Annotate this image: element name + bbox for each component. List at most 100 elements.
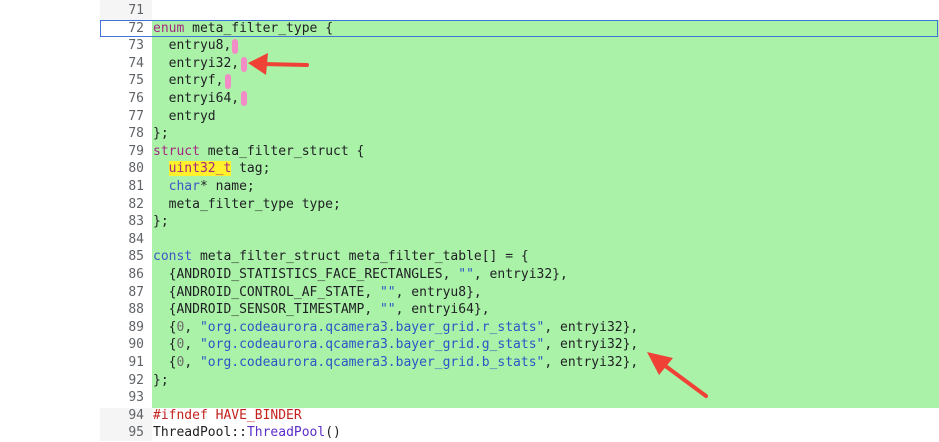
code-token: () xyxy=(325,425,341,440)
code-token: entryi32, xyxy=(153,56,240,71)
code-text: {0, "org.codeaurora.qcamera3.bayer_grid.… xyxy=(153,336,639,354)
code-token: entryi64, xyxy=(153,91,240,106)
code-token: {ANDROID_SENSOR_TIMESTAMP, xyxy=(153,302,380,317)
code-text: ThreadPool::ThreadPool() xyxy=(153,424,341,442)
code-text: {ANDROID_CONTROL_AF_STATE, "", entryu8}, xyxy=(153,284,482,302)
comma-marker xyxy=(232,39,238,54)
code-token: }; xyxy=(153,214,169,229)
code-token: "" xyxy=(379,285,396,300)
line-number[interactable]: 93 xyxy=(100,389,144,407)
comma-marker xyxy=(241,57,247,72)
code-line: 84 xyxy=(100,231,939,249)
code-token: "org.codeaurora.qcamera3.bayer_grid.b_st… xyxy=(199,355,545,370)
line-number[interactable]: 86 xyxy=(100,266,144,284)
line-number[interactable]: 71 xyxy=(100,2,144,20)
line-number[interactable]: 75 xyxy=(100,72,144,90)
code-text: entryi32, xyxy=(153,55,239,73)
line-number[interactable]: 90 xyxy=(100,336,144,354)
code-line: 71 xyxy=(100,2,939,20)
code-line: 91 {0, "org.codeaurora.qcamera3.bayer_gr… xyxy=(100,354,939,372)
line-number[interactable]: 79 xyxy=(100,143,144,161)
code-token: , entryu8}, xyxy=(395,285,482,300)
line-number[interactable]: 82 xyxy=(100,196,144,214)
line-number[interactable]: 72 xyxy=(100,20,144,38)
code-token: "org.codeaurora.qcamera3.bayer_grid.g_st… xyxy=(199,337,545,352)
code-line: 78}; xyxy=(100,125,939,143)
code-line: 76 entryi64, xyxy=(100,90,939,108)
code-text: meta_filter_type type; xyxy=(153,196,341,214)
line-number[interactable]: 80 xyxy=(100,160,144,178)
line-number[interactable]: 81 xyxy=(100,178,144,196)
code-line: 94 #ifndef HAVE_BINDER xyxy=(100,407,939,425)
code-token: entryu8, xyxy=(153,38,232,53)
line-number[interactable]: 89 xyxy=(100,319,144,337)
line-number[interactable]: 84 xyxy=(100,231,144,249)
code-token: }; xyxy=(153,126,169,141)
code-token: "" xyxy=(458,267,474,282)
code-token: {ANDROID_CONTROL_AF_STATE, xyxy=(153,285,380,300)
code-token: const xyxy=(153,249,193,264)
code-text: {0, "org.codeaurora.qcamera3.bayer_grid.… xyxy=(153,319,639,337)
code-text: entryf, xyxy=(153,72,224,90)
code-token: { xyxy=(153,355,177,370)
code-line: 89 {0, "org.codeaurora.qcamera3.bayer_gr… xyxy=(100,319,939,337)
code-line: 92}; xyxy=(100,372,939,390)
code-token: "org.codeaurora.qcamera3.bayer_grid.r_st… xyxy=(199,320,545,335)
code-line: 95 ThreadPool::ThreadPool() xyxy=(100,424,939,442)
line-number[interactable]: 88 xyxy=(100,301,144,319)
line-number[interactable]: 94 xyxy=(100,407,144,425)
code-token: meta_filter_type type; xyxy=(153,197,341,212)
code-text: entryd xyxy=(153,108,216,126)
code-token: , xyxy=(184,355,200,370)
code-token: , entryi64}, xyxy=(395,302,490,317)
code-token: entryd xyxy=(153,109,216,124)
line-number[interactable]: 87 xyxy=(100,284,144,302)
code-line: 87 {ANDROID_CONTROL_AF_STATE, "", entryu… xyxy=(100,284,939,302)
code-token: , xyxy=(184,337,200,352)
code-line: 90 {0, "org.codeaurora.qcamera3.bayer_gr… xyxy=(100,336,939,354)
code-token: * name; xyxy=(199,179,255,194)
code-token: enum xyxy=(153,21,185,36)
line-number[interactable]: 92 xyxy=(100,372,144,390)
code-text: {ANDROID_STATISTICS_FACE_RECTANGLES, "",… xyxy=(153,266,568,284)
code-token: meta_filter_type { xyxy=(184,21,334,36)
code-token: , entryi32}, xyxy=(544,337,639,352)
comma-marker xyxy=(241,91,247,106)
code-token: , entryi32}, xyxy=(473,267,568,282)
code-text: }; xyxy=(153,372,169,390)
line-number[interactable]: 91 xyxy=(100,354,144,372)
line-number[interactable]: 95 xyxy=(100,424,144,442)
code-line: 93 xyxy=(100,389,939,407)
code-token: struct xyxy=(153,144,200,159)
line-number[interactable]: 74 xyxy=(100,55,144,73)
line-number[interactable]: 85 xyxy=(100,248,144,266)
code-token: { xyxy=(153,320,177,335)
line-number[interactable]: 83 xyxy=(100,213,144,231)
line-number[interactable]: 73 xyxy=(100,37,144,55)
line-number[interactable]: 77 xyxy=(100,108,144,126)
code-text: entryu8, xyxy=(153,37,232,55)
code-line: 79 struct meta_filter_struct { xyxy=(100,143,939,161)
code-text: }; xyxy=(153,125,169,143)
code-text: enum meta_filter_type { xyxy=(153,20,333,38)
code-token: ThreadPool xyxy=(246,425,326,440)
code-token: uint32_t xyxy=(168,161,232,176)
code-text: {0, "org.codeaurora.qcamera3.bayer_grid.… xyxy=(153,354,639,372)
line-number[interactable]: 78 xyxy=(100,125,144,143)
line-number[interactable]: 76 xyxy=(100,90,144,108)
code-token: }; xyxy=(153,373,169,388)
code-text: entryi64, xyxy=(153,90,239,108)
code-token: meta_filter_struct meta_filter_table[] =… xyxy=(192,249,529,264)
code-line: 88 {ANDROID_SENSOR_TIMESTAMP, "", entryi… xyxy=(100,301,939,319)
code-line: 80 uint32_t tag; xyxy=(100,160,939,178)
code-line: 86 {ANDROID_STATISTICS_FACE_RECTANGLES, … xyxy=(100,266,939,284)
code-line: 82 meta_filter_type type; xyxy=(100,196,939,214)
code-line: 72 enum meta_filter_type { xyxy=(100,20,939,38)
code-token: , entryi32}, xyxy=(544,355,639,370)
code-line: 85 const meta_filter_struct meta_filter_t… xyxy=(100,248,939,266)
code-token: ThreadPool xyxy=(153,425,232,440)
code-text: struct meta_filter_struct { xyxy=(153,143,364,161)
code-token: meta_filter_struct { xyxy=(199,144,365,159)
